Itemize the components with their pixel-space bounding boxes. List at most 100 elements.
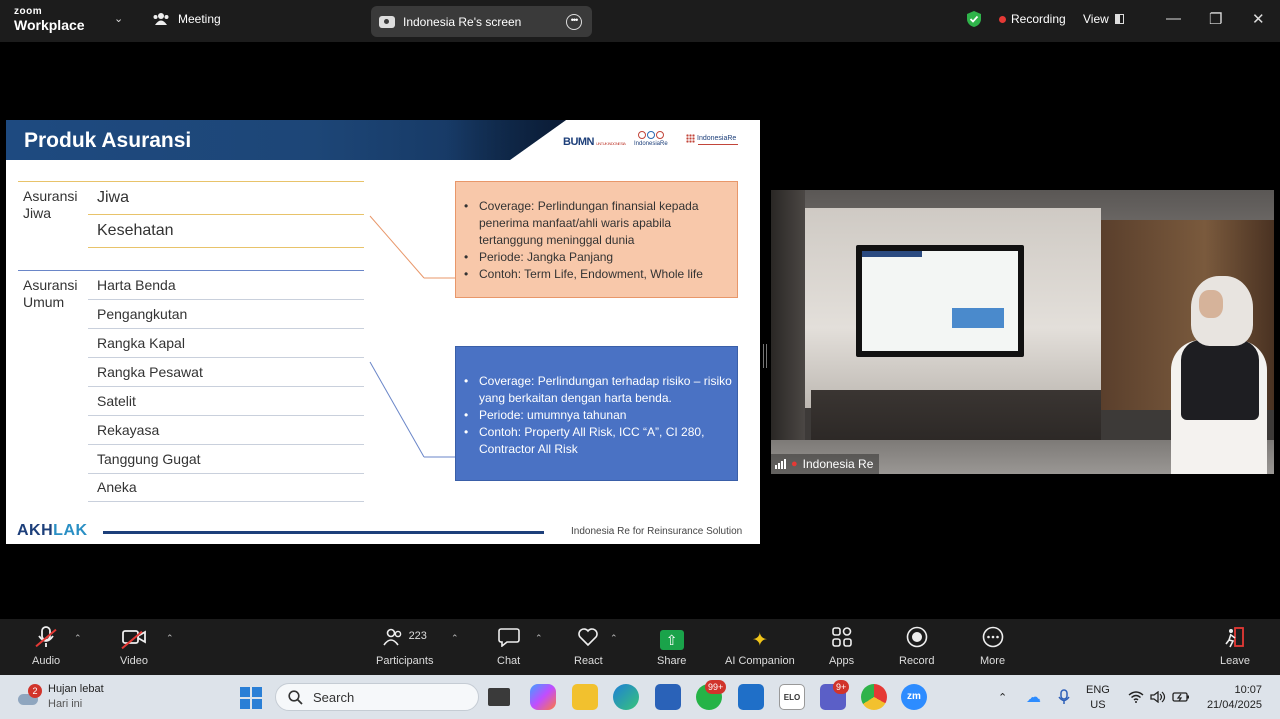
item-pengangkutan: Pengangkutan: [97, 306, 188, 322]
participant-name-tag: ● Indonesia Re: [771, 454, 880, 474]
chat-label: Chat: [497, 655, 521, 667]
apps-button[interactable]: Apps: [829, 627, 854, 667]
audio-options-chevron-icon[interactable]: ⌃: [74, 633, 82, 644]
sparkle-icon: ✦: [751, 629, 768, 651]
description-box-umum: Coverage: Perlindungan terhadap risiko –…: [455, 346, 738, 481]
more-button[interactable]: More: [980, 626, 1005, 667]
zoom-app-icon[interactable]: zm: [901, 684, 927, 710]
tray-chevron-up-icon[interactable]: ⌃: [998, 675, 1007, 719]
ai-companion-button[interactable]: ✦ AI Companion: [725, 627, 795, 668]
participant-video-tile[interactable]: ● Indonesia Re: [771, 190, 1274, 474]
weather-title: Hujan lebat: [48, 683, 104, 695]
language-indicator[interactable]: ENG US: [1086, 683, 1110, 713]
share-label: Share: [657, 655, 687, 667]
windows-start-icon[interactable]: [240, 687, 262, 709]
record-label: Record: [899, 655, 935, 667]
bumn-logo-sub: UNTUK INDONESIA: [596, 141, 626, 146]
screen-share-indicator[interactable]: Indonesia Re's screen •••: [371, 6, 592, 37]
slide-title: Produk Asuransi: [24, 129, 192, 152]
weather-widget[interactable]: 2 Hujan lebat Hari ini: [18, 682, 104, 712]
divider: [88, 328, 364, 329]
taskbar-search-input[interactable]: Search: [275, 683, 479, 711]
search-icon: [288, 689, 303, 705]
react-options-chevron-icon[interactable]: ⌃: [610, 633, 618, 644]
chat-options-chevron-icon[interactable]: ⌃: [535, 633, 543, 644]
chevron-down-icon[interactable]: ⌄: [114, 12, 123, 25]
connector-lines: [369, 215, 456, 458]
microsoft-store-icon[interactable]: [655, 684, 681, 710]
item-satelit: Satelit: [97, 393, 136, 409]
audio-button[interactable]: Audio: [32, 626, 60, 667]
weather-badge: 2: [28, 684, 42, 698]
video-label: Video: [120, 655, 148, 667]
divider: [18, 270, 364, 271]
leave-button[interactable]: Leave: [1220, 627, 1250, 667]
encryption-shield-icon[interactable]: [966, 10, 982, 28]
share-button[interactable]: ⇧ Share: [657, 627, 686, 667]
participants-label: Participants: [376, 655, 434, 667]
onedrive-cloud-icon[interactable]: ☁: [1026, 675, 1041, 719]
chat-icon: [497, 627, 520, 653]
chat-button[interactable]: Chat: [497, 627, 520, 667]
zoom-workplace-logo: zoom Workplace: [14, 6, 85, 33]
minimize-icon[interactable]: —: [1166, 10, 1181, 27]
outlook-icon[interactable]: [738, 684, 764, 710]
signal-strength-icon: [775, 459, 786, 469]
close-icon[interactable]: ✕: [1252, 10, 1265, 28]
ai-companion-label: AI Companion: [725, 655, 795, 667]
meeting-menu[interactable]: Meeting: [152, 12, 221, 26]
item-harta-benda: Harta Benda: [97, 277, 176, 293]
item-aneka: Aneka: [97, 479, 137, 495]
react-button[interactable]: React: [574, 627, 603, 667]
divider: [88, 386, 364, 387]
akhlak-logo-b: LAK: [53, 522, 88, 539]
akhlak-logo-a: AKH: [17, 522, 54, 539]
chrome-icon[interactable]: [861, 684, 887, 710]
divider: [88, 299, 364, 300]
language-top: ENG: [1086, 684, 1110, 696]
react-label: React: [574, 655, 603, 667]
elo-app-icon[interactable]: ELO: [779, 684, 805, 710]
meeting-icon: [153, 13, 169, 25]
wifi-icon[interactable]: [1128, 675, 1144, 719]
meeting-label: Meeting: [178, 12, 221, 26]
view-button[interactable]: View: [1083, 12, 1124, 26]
more-options-icon[interactable]: •••: [566, 13, 582, 30]
system-clock[interactable]: 10:07 21/04/2025: [1204, 683, 1262, 713]
item-rekayasa: Rekayasa: [97, 422, 160, 438]
weather-rain-icon: 2: [18, 684, 42, 708]
apps-icon: [831, 627, 852, 653]
bumn-logo-text: BUMN: [563, 136, 595, 148]
bullet-text: Contoh: Property All Risk, ICC “A”, CI 2…: [456, 424, 737, 458]
zoom-title-bar: zoom Workplace ⌄ Meeting Indonesia Re's …: [0, 0, 1280, 42]
recording-indicator[interactable]: Recording: [999, 12, 1066, 26]
meeting-controls: Audio ⌃ Video ⌃ 223 Participants ⌃ Chat …: [0, 619, 1280, 675]
microphone-muted-icon: [36, 626, 56, 654]
logo-zoom-text: zoom: [14, 6, 43, 17]
participants-options-chevron-icon[interactable]: ⌃: [451, 633, 459, 644]
split-view-handle[interactable]: [763, 344, 767, 368]
microphone-tray-icon[interactable]: [1058, 675, 1070, 719]
copilot-icon[interactable]: [530, 684, 556, 710]
volume-icon[interactable]: [1150, 675, 1166, 719]
participants-button[interactable]: 223 Participants: [376, 627, 433, 667]
muted-mic-icon: ●: [791, 458, 798, 470]
battery-icon[interactable]: [1172, 675, 1190, 719]
file-explorer-icon[interactable]: [572, 684, 598, 710]
leave-label: Leave: [1220, 655, 1250, 667]
record-button[interactable]: Record: [899, 626, 935, 667]
divider: [18, 181, 364, 182]
restore-icon[interactable]: ❐: [1209, 10, 1222, 28]
indonesiare-logo-2: IndonesiaRe: [686, 134, 738, 145]
task-view-icon[interactable]: [488, 688, 510, 706]
divider: [88, 247, 364, 248]
language-bottom: US: [1090, 699, 1106, 711]
item-tanggung-gugat: Tanggung Gugat: [97, 451, 201, 467]
more-icon: [982, 626, 1004, 654]
participant-name: Indonesia Re: [802, 457, 874, 471]
video-button[interactable]: Video: [120, 627, 148, 667]
edge-browser-icon[interactable]: [613, 684, 639, 710]
akhlak-logo: AKHLAK: [17, 522, 88, 540]
video-options-chevron-icon[interactable]: ⌃: [166, 633, 174, 644]
apps-label: Apps: [829, 655, 855, 667]
